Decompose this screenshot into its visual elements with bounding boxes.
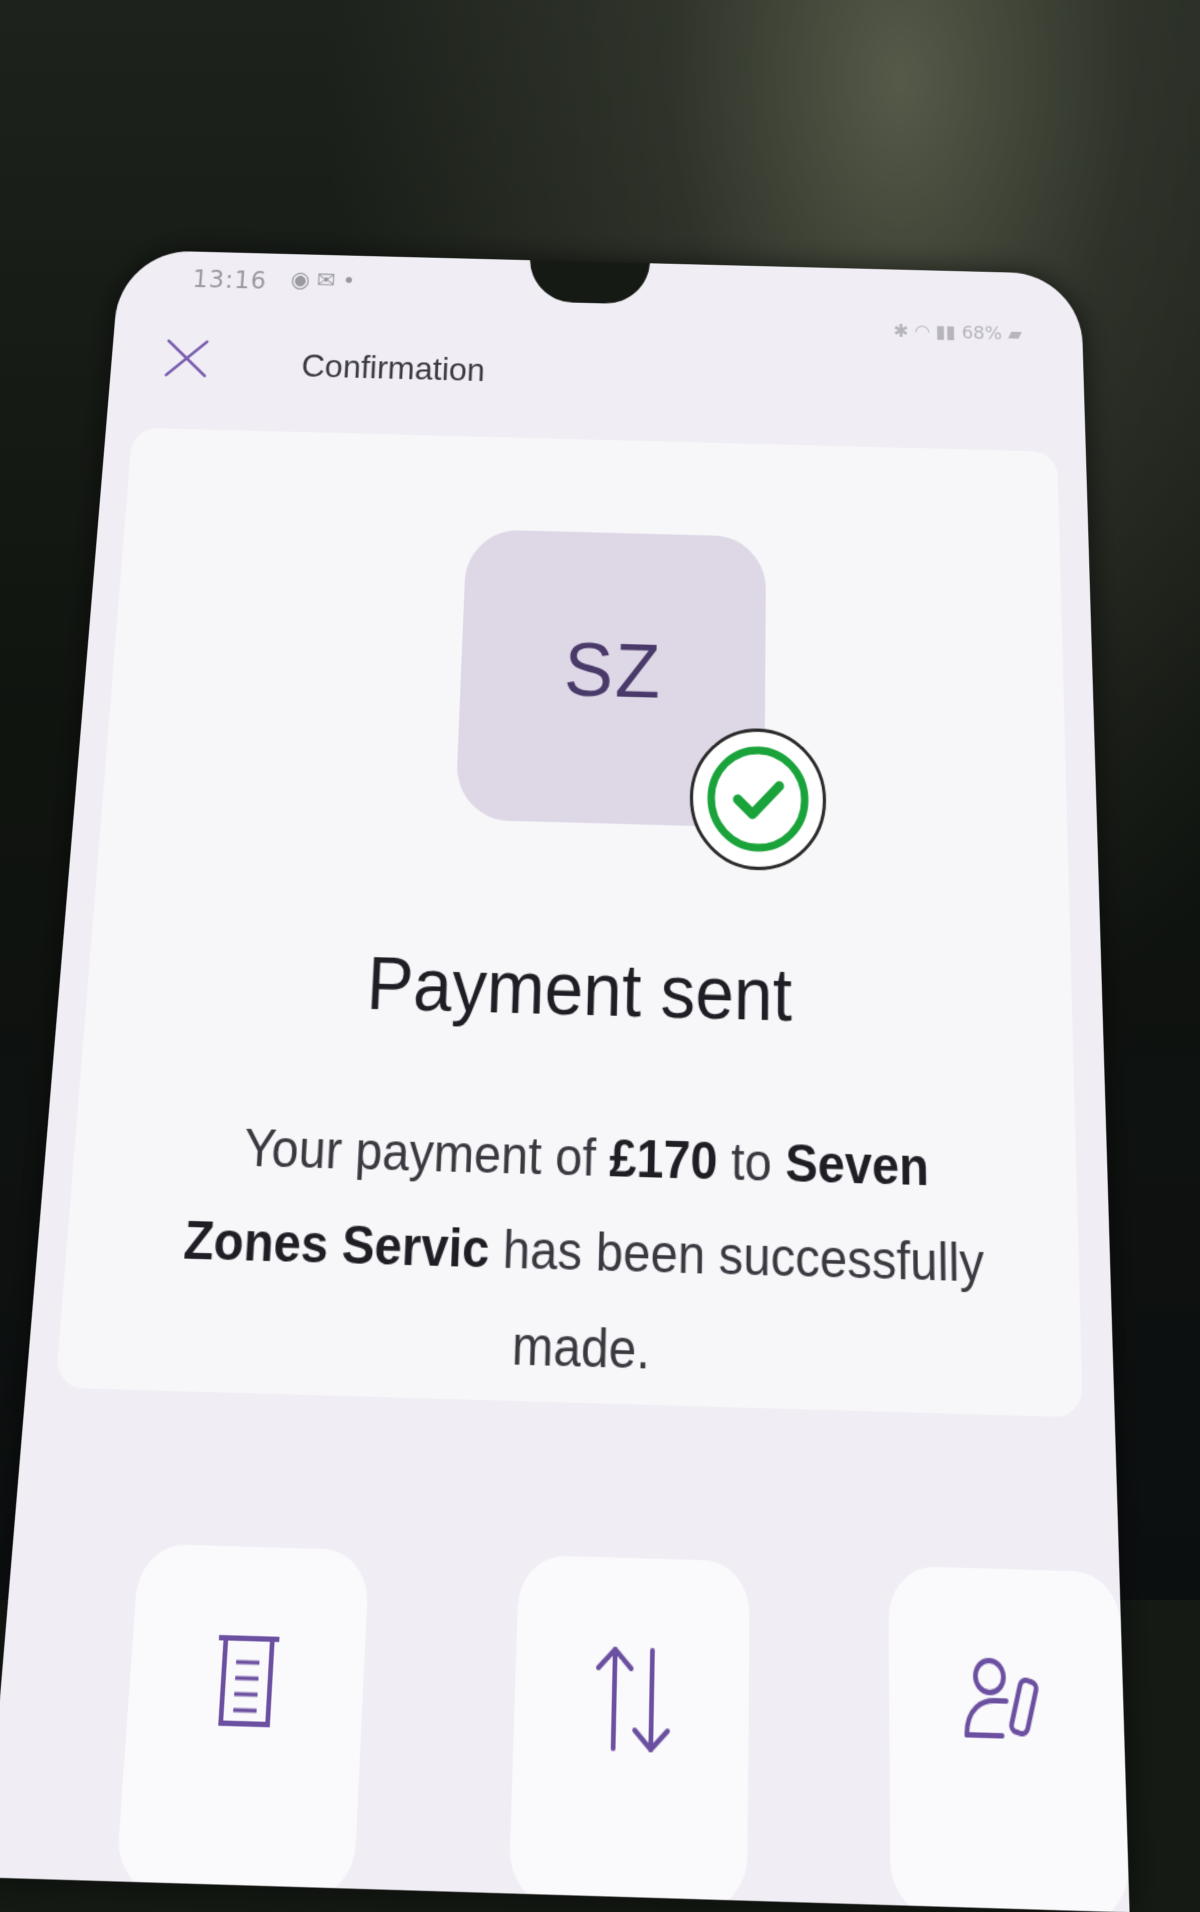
payment-message: Your payment of £170 to Seven Zones Serv… (157, 1101, 1003, 1410)
edit-payee-button[interactable] (888, 1566, 1129, 1912)
notification-icons: ◉ ✉ • (290, 268, 356, 294)
receipt-button[interactable] (115, 1543, 370, 1899)
check-circle-icon (702, 740, 813, 858)
message-middle: to (717, 1133, 785, 1194)
status-time: 13:16 (192, 265, 268, 294)
phone-screen: 13:16 ◉ ✉ • ✱ ◠ ▮▮ 68% ▰ Confirmation SZ… (0, 250, 1130, 1912)
message-suffix: has been successfully made. (488, 1220, 984, 1381)
payee-initials: SZ (563, 626, 663, 715)
page-title: Confirmation (300, 347, 485, 389)
payment-status-title: Payment sent (85, 933, 1073, 1046)
close-button[interactable] (156, 332, 217, 390)
confirmation-card: SZ Payment sent Your payment of £170 to … (55, 428, 1083, 1418)
close-icon (159, 335, 213, 386)
message-prefix: Your payment of (242, 1119, 610, 1188)
edit-payee-icon (959, 1646, 1055, 1756)
receipt-icon (209, 1624, 285, 1733)
payment-amount: £170 (609, 1130, 718, 1192)
transfer-button[interactable] (508, 1555, 750, 1912)
action-buttons (0, 1540, 1130, 1912)
success-check-icon (689, 727, 826, 872)
transfer-arrows-icon (578, 1635, 686, 1759)
